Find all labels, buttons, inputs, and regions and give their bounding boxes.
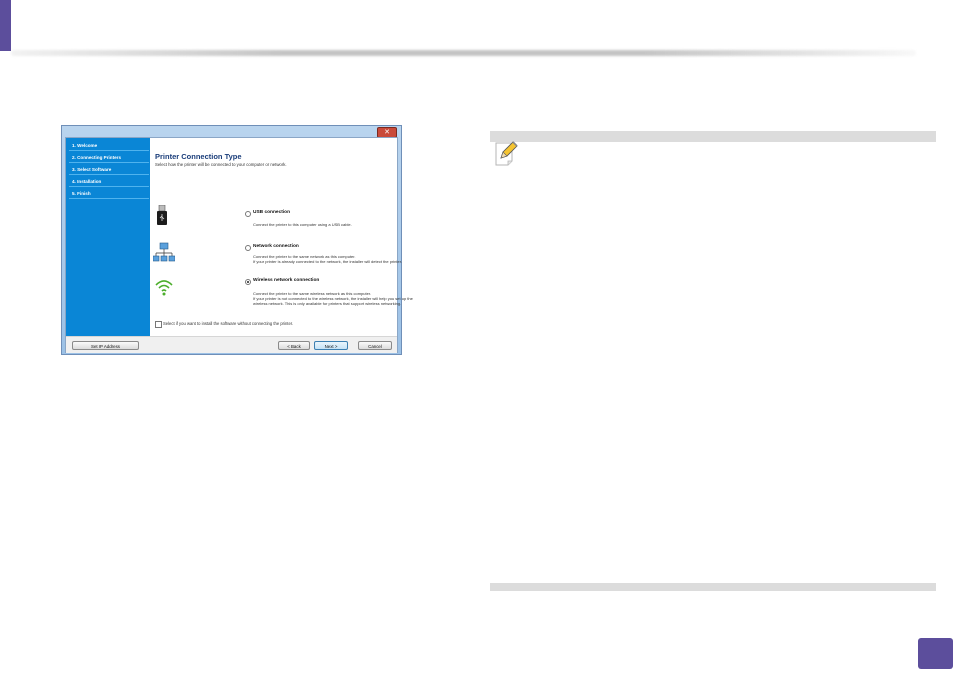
install-without-connecting-label[interactable]: Select if you want to install the softwa… [163,321,293,326]
step-welcome: 1. Welcome [69,140,149,151]
usb-radio[interactable] [245,211,251,217]
network-option-label[interactable]: Network connection [253,244,299,249]
step-installation: 4. Installation [69,176,149,187]
note-top-bar [490,131,936,142]
set-ip-address-button[interactable]: Set IP Address [72,341,139,350]
note-bottom-bar [490,583,936,591]
step-connecting-printers: 2. Connecting Printers [69,152,149,163]
usb-option-label[interactable]: USB connection [253,210,290,215]
chapter-tab [0,0,11,51]
usb-icon [157,205,167,225]
installer-window: ✕ 1. Welcome 2. Connecting Printers 3. S… [61,125,413,355]
back-button[interactable]: < Back [278,341,310,350]
usb-option-desc: Connect the printer to this computer usi… [253,222,352,227]
header-divider [11,50,916,56]
network-icon [153,242,175,262]
step-select-software: 3. Select Software [69,164,149,175]
install-without-connecting-checkbox[interactable] [155,321,162,328]
note-box [490,131,936,591]
network-radio[interactable] [245,245,251,251]
wireless-option-desc: Connect the printer to the same wireless… [253,291,413,306]
content-panel: Printer Connection Type Select how the p… [150,138,413,336]
wireless-radio[interactable] [245,279,251,285]
network-option-desc: Connect the printer to the same network … [253,254,402,264]
next-button[interactable]: Next > [314,341,348,350]
cancel-button[interactable]: Cancel [358,341,392,350]
step-finish: 5. Finish [69,188,149,199]
wireless-desc-line: wireless network. This is only available… [253,301,402,306]
installer-body: 1. Welcome 2. Connecting Printers 3. Sel… [65,137,413,353]
usb-desc-line: Connect the printer to this computer usi… [253,222,352,227]
steps-sidebar: 1. Welcome 2. Connecting Printers 3. Sel… [66,138,150,336]
wireless-option-label[interactable]: Wireless network connection [253,278,319,283]
wifi-icon [155,280,173,296]
note-pencil-icon [495,141,518,166]
button-bar: Set IP Address < Back Next > Cancel [66,336,397,353]
network-desc-line: If your printer is already connected to … [253,259,402,264]
page-number-badge [918,638,953,669]
page-title: Printer Connection Type [155,152,242,161]
page-subtitle: Select how the printer will be connected… [155,162,287,167]
